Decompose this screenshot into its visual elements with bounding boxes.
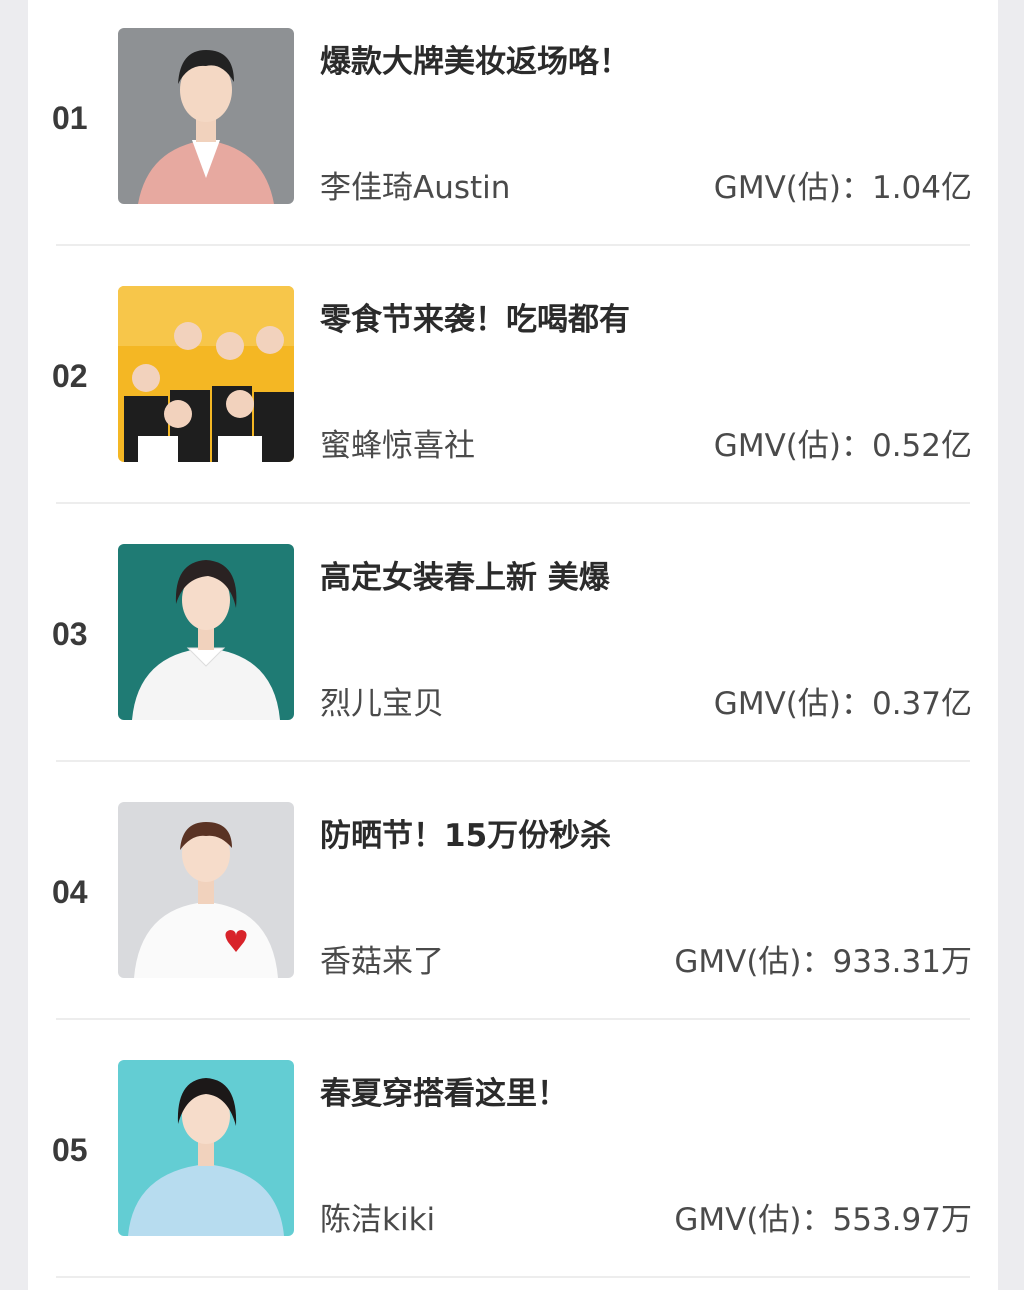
group-portrait-image <box>118 286 294 462</box>
streamer-name[interactable]: 陈洁kiki <box>320 1194 435 1239</box>
streamer-thumbnail[interactable] <box>118 28 294 204</box>
stream-title: 高定女装春上新 美爆 <box>320 560 610 596</box>
streamer-thumbnail[interactable] <box>118 286 294 462</box>
streamer-thumbnail[interactable] <box>118 802 294 978</box>
rank-number: 01 <box>52 100 88 136</box>
streamer-thumbnail[interactable] <box>118 544 294 720</box>
gmv-amount: 0.37亿 <box>871 686 972 722</box>
list-item[interactable]: 04 防晒节！15万份秒杀 香菇来了 GMV(估)：933.31万 <box>28 774 998 1032</box>
gmv-amount: 0.52亿 <box>871 428 972 464</box>
portrait-image <box>118 802 294 978</box>
stream-title: 春夏穿搭看这里！ <box>320 1076 568 1112</box>
list-item[interactable]: 01 爆款大牌美妆返场咯！ 李佳琦Austin GMV(估)：1.04亿 <box>28 0 998 258</box>
gmv-label: GMV(估)： <box>713 170 872 206</box>
rank-number: 03 <box>52 616 88 652</box>
streamer-name[interactable]: 烈儿宝贝 <box>320 678 444 723</box>
list-item[interactable]: 05 春夏穿搭看这里！ 陈洁kiki GMV(估)：553.97万 <box>28 1032 998 1290</box>
gmv-label: GMV(估)： <box>713 686 872 722</box>
streamer-name[interactable]: 香菇来了 <box>320 936 444 981</box>
divider <box>56 1018 970 1020</box>
rank-number: 02 <box>52 358 88 394</box>
streamer-name[interactable]: 蜜蜂惊喜社 <box>320 420 475 465</box>
list-item[interactable]: 03 高定女装春上新 美爆 烈儿宝贝 GMV(估)：0.37亿 <box>28 516 998 774</box>
streamer-name[interactable]: 李佳琦Austin <box>320 162 510 207</box>
gmv-value: GMV(估)：0.52亿 <box>714 420 972 465</box>
streamer-thumbnail[interactable] <box>118 1060 294 1236</box>
divider <box>56 244 970 246</box>
portrait-image <box>118 28 294 204</box>
stream-title: 爆款大牌美妆返场咯！ <box>320 44 630 80</box>
divider <box>56 502 970 504</box>
gmv-label: GMV(估)： <box>674 944 833 980</box>
gmv-value: GMV(估)：553.97万 <box>674 1194 972 1239</box>
gmv-value: GMV(估)：0.37亿 <box>714 678 972 723</box>
stream-title: 防晒节！15万份秒杀 <box>320 818 612 854</box>
gmv-amount: 933.31万 <box>832 944 972 980</box>
gmv-label: GMV(估)： <box>713 428 872 464</box>
gmv-amount: 553.97万 <box>832 1202 972 1238</box>
ranking-list: 01 爆款大牌美妆返场咯！ 李佳琦Austin GMV(估)：1.04亿 02 <box>28 0 998 1290</box>
gmv-amount: 1.04亿 <box>871 170 972 206</box>
gmv-label: GMV(估)： <box>674 1202 833 1238</box>
rank-number: 05 <box>52 1132 88 1168</box>
portrait-image <box>118 1060 294 1236</box>
portrait-image <box>118 544 294 720</box>
stream-title: 零食节来袭！吃喝都有 <box>320 302 630 338</box>
gmv-value: GMV(估)：1.04亿 <box>714 162 972 207</box>
divider <box>56 760 970 762</box>
list-item[interactable]: 02 零食节来袭！吃喝都有 蜜蜂惊喜社 GMV(估)：0.52亿 <box>28 258 998 516</box>
gmv-value: GMV(估)：933.31万 <box>674 936 972 981</box>
divider <box>56 1276 970 1278</box>
rank-number: 04 <box>52 874 88 910</box>
